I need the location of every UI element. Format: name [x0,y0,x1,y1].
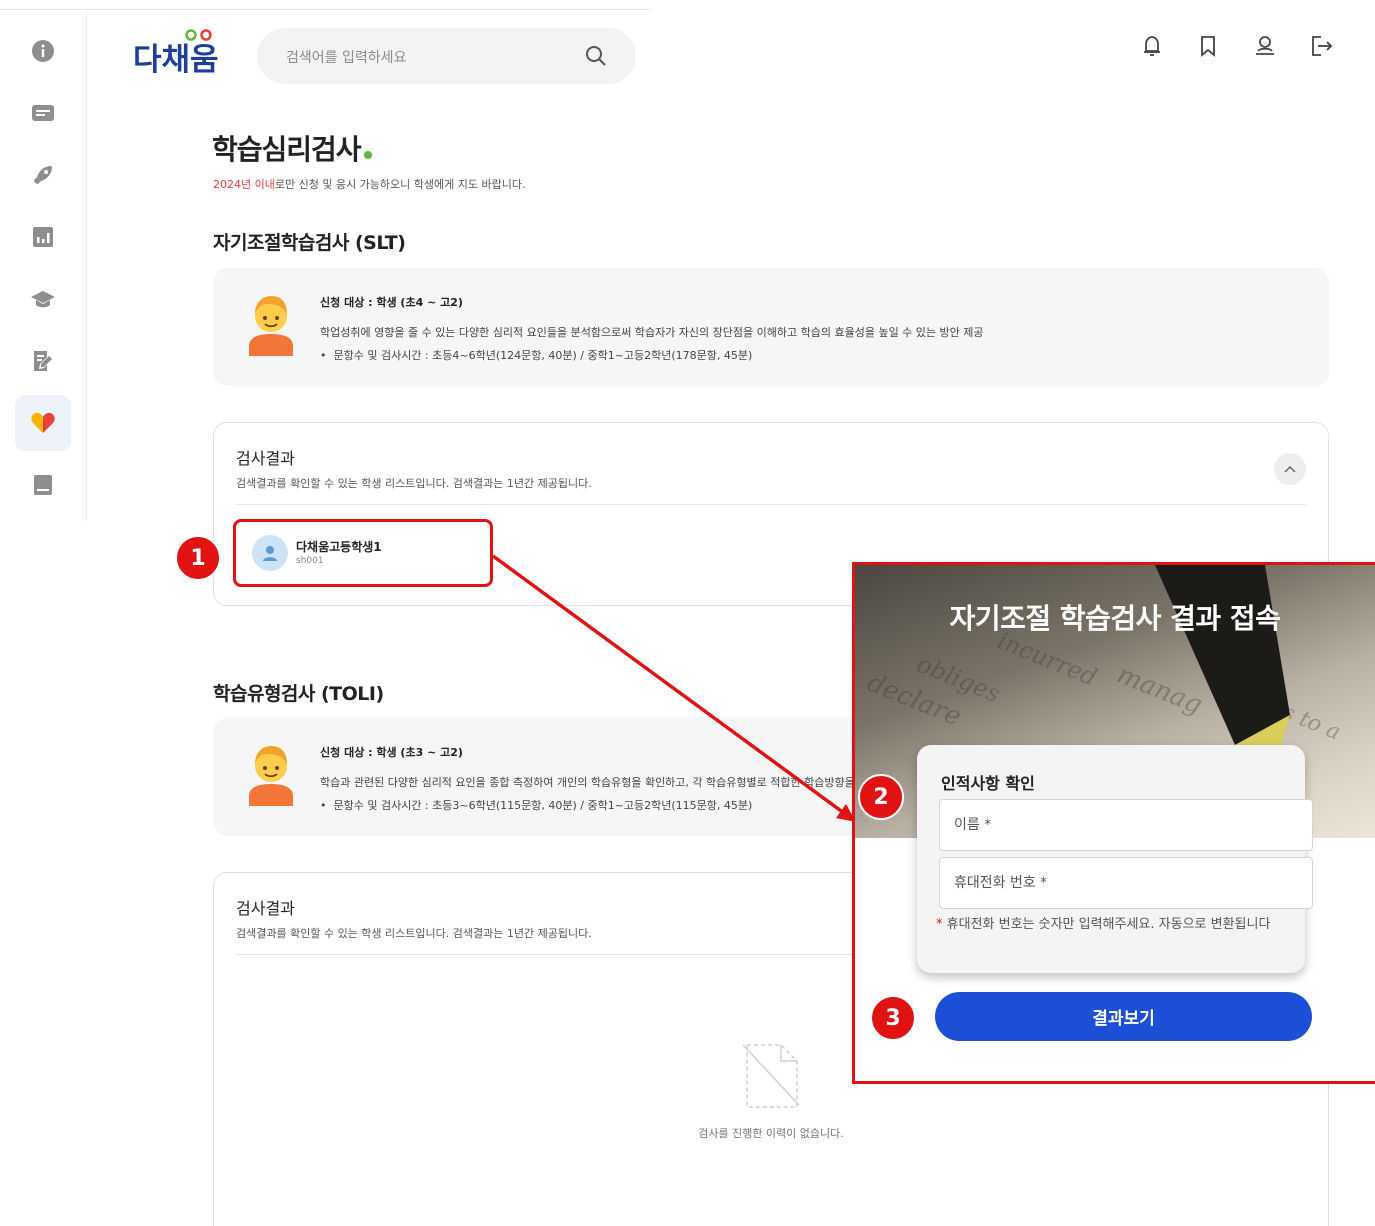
popup-title: 자기조절 학습검사 결과 접속 [949,602,1281,635]
view-result-button[interactable]: 결과보기 [935,992,1312,1041]
phone-note: * 휴대전화 번호는 숫자만 입력해주세요. 자동으로 변환됩니다 [936,917,1271,932]
phone-field[interactable] [939,857,1313,909]
step-badge-3: 3 [870,995,916,1041]
highlighter-pen-graphic [1155,565,1290,765]
name-field[interactable] [939,799,1313,851]
card-title: 인적사항 확인 [941,774,1035,793]
step-badge-2: 2 [858,774,904,820]
identity-card: 인적사항 확인 * 휴대전화 번호는 숫자만 입력해주세요. 자동으로 변환됩니… [917,745,1313,973]
result-access-popup: declare obliges incurred manag lies to a… [852,562,1375,1084]
